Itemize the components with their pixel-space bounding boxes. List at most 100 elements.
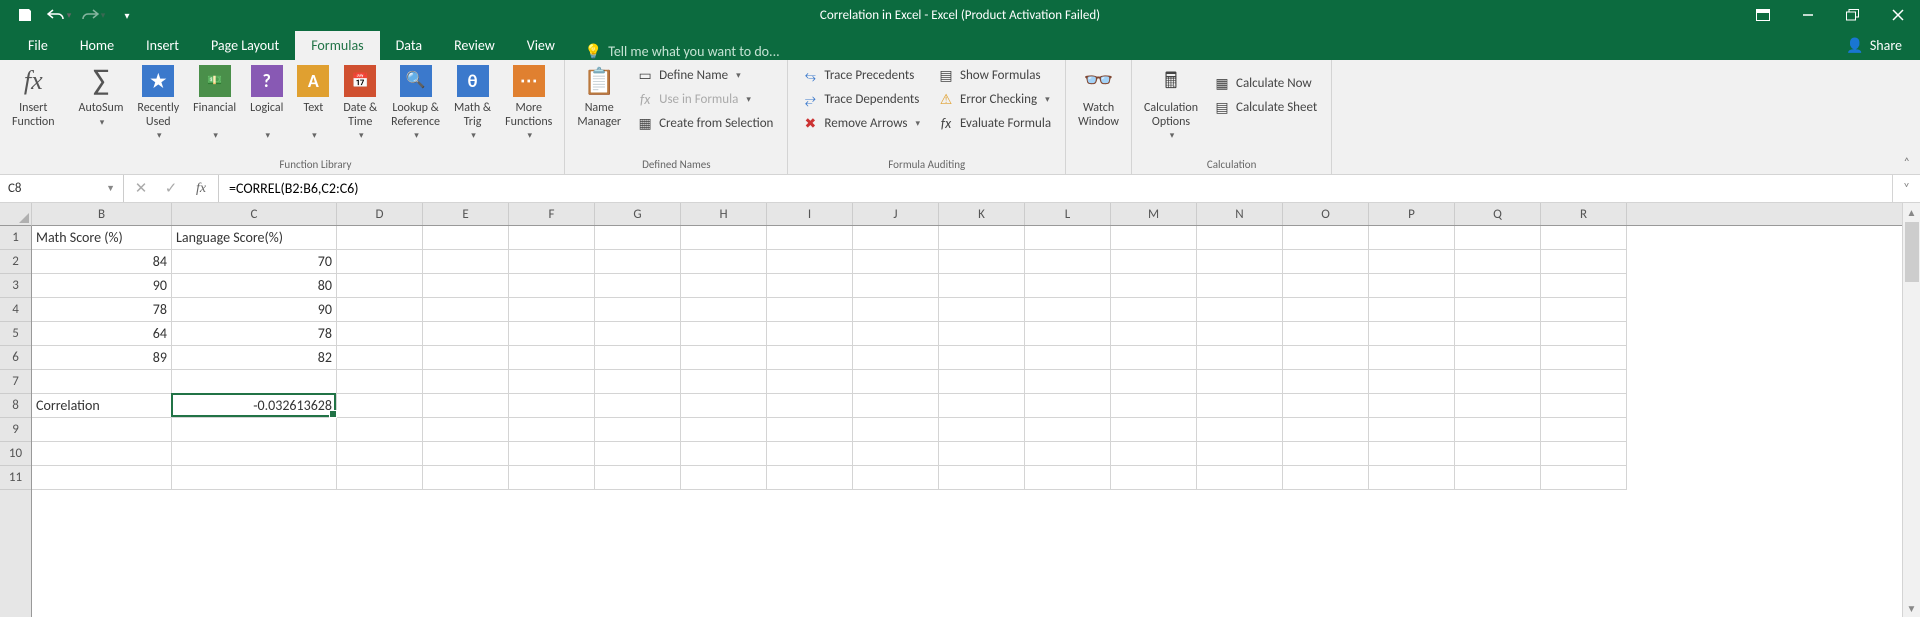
cell-Q1[interactable] [1455,226,1541,250]
redo-icon[interactable]: ▾ [78,1,108,29]
scroll-thumb[interactable] [1905,222,1919,282]
row-headers[interactable]: 1234567891011 [0,226,32,617]
scroll-up-icon[interactable]: ▲ [1903,203,1920,221]
cell-H7[interactable] [681,370,767,394]
cell-G5[interactable] [595,322,681,346]
calculate-now-button[interactable]: ▦Calculate Now [1206,72,1325,95]
show-formulas-button[interactable]: ▤Show Formulas [930,64,1059,87]
cell-P9[interactable] [1369,418,1455,442]
cell-D9[interactable] [337,418,423,442]
cell-P3[interactable] [1369,274,1455,298]
cell-M9[interactable] [1111,418,1197,442]
cell-N2[interactable] [1197,250,1283,274]
cell-M8[interactable] [1111,394,1197,418]
cell-D1[interactable] [337,226,423,250]
column-header-K[interactable]: K [939,203,1025,225]
tab-insert[interactable]: Insert [130,31,195,60]
cell-E4[interactable] [423,298,509,322]
cell-O10[interactable] [1283,442,1369,466]
cell-G4[interactable] [595,298,681,322]
ribbon-display-options-icon[interactable] [1740,0,1785,30]
cell-I9[interactable] [767,418,853,442]
cell-K9[interactable] [939,418,1025,442]
enter-formula-icon[interactable]: ✓ [156,176,186,202]
cell-I2[interactable] [767,250,853,274]
cell-P11[interactable] [1369,466,1455,490]
row-header-4[interactable]: 4 [0,298,31,322]
cell-D11[interactable] [337,466,423,490]
cell-O2[interactable] [1283,250,1369,274]
cell-H3[interactable] [681,274,767,298]
column-header-L[interactable]: L [1025,203,1111,225]
cell-Q3[interactable] [1455,274,1541,298]
cell-P7[interactable] [1369,370,1455,394]
cell-I3[interactable] [767,274,853,298]
cell-K11[interactable] [939,466,1025,490]
cell-C2[interactable]: 70 [172,250,337,274]
cell-H10[interactable] [681,442,767,466]
cell-C6[interactable]: 82 [172,346,337,370]
cell-C11[interactable] [172,466,337,490]
cell-I4[interactable] [767,298,853,322]
autosum-button[interactable]: ∑AutoSum▾ [73,62,130,130]
name-box-dropdown-icon[interactable]: ▼ [106,183,115,194]
cell-E5[interactable] [423,322,509,346]
cell-F5[interactable] [509,322,595,346]
cell-Q9[interactable] [1455,418,1541,442]
cell-Q8[interactable] [1455,394,1541,418]
name-box[interactable]: C8▼ [0,175,124,202]
cell-N7[interactable] [1197,370,1283,394]
cell-J4[interactable] [853,298,939,322]
cell-J3[interactable] [853,274,939,298]
cell-F7[interactable] [509,370,595,394]
tab-formulas[interactable]: Formulas [295,31,379,60]
cell-L4[interactable] [1025,298,1111,322]
cell-O11[interactable] [1283,466,1369,490]
cell-O6[interactable] [1283,346,1369,370]
cell-J5[interactable] [853,322,939,346]
row-header-3[interactable]: 3 [0,274,31,298]
cell-E2[interactable] [423,250,509,274]
cell-E6[interactable] [423,346,509,370]
cell-G1[interactable] [595,226,681,250]
cell-B9[interactable] [32,418,172,442]
cell-K5[interactable] [939,322,1025,346]
cell-Q2[interactable] [1455,250,1541,274]
cell-Q5[interactable] [1455,322,1541,346]
cell-G8[interactable] [595,394,681,418]
collapse-ribbon-icon[interactable]: ˄ [1904,156,1910,170]
calculation-options-button[interactable]: 🖩Calculation Options▾ [1138,62,1204,143]
cell-F10[interactable] [509,442,595,466]
cell-H9[interactable] [681,418,767,442]
cell-O3[interactable] [1283,274,1369,298]
minimize-icon[interactable] [1785,0,1830,30]
cell-N1[interactable] [1197,226,1283,250]
cell-D7[interactable] [337,370,423,394]
cell-E1[interactable] [423,226,509,250]
tell-me-search[interactable]: 💡Tell me what you want to do... [571,43,780,60]
cell-B8[interactable]: Correlation [32,394,172,418]
cell-K1[interactable] [939,226,1025,250]
cell-E10[interactable] [423,442,509,466]
cancel-formula-icon[interactable]: ✕ [126,176,156,202]
cell-E9[interactable] [423,418,509,442]
tab-home[interactable]: Home [64,31,130,60]
cell-Q7[interactable] [1455,370,1541,394]
cell-M4[interactable] [1111,298,1197,322]
cell-Q11[interactable] [1455,466,1541,490]
cell-J9[interactable] [853,418,939,442]
cell-K4[interactable] [939,298,1025,322]
column-header-I[interactable]: I [767,203,853,225]
cell-M10[interactable] [1111,442,1197,466]
cell-F2[interactable] [509,250,595,274]
cell-L7[interactable] [1025,370,1111,394]
column-header-D[interactable]: D [337,203,423,225]
cell-O9[interactable] [1283,418,1369,442]
cell-M5[interactable] [1111,322,1197,346]
cell-N8[interactable] [1197,394,1283,418]
cell-C5[interactable]: 78 [172,322,337,346]
cell-D5[interactable] [337,322,423,346]
cell-O1[interactable] [1283,226,1369,250]
column-header-F[interactable]: F [509,203,595,225]
cell-G11[interactable] [595,466,681,490]
